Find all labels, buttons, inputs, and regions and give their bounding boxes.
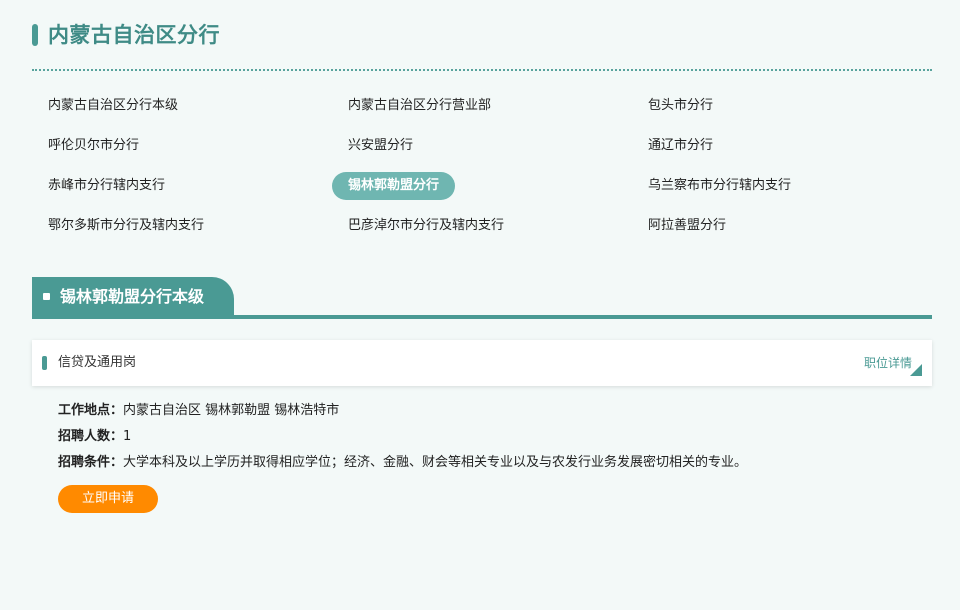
job-detail-link[interactable]: 职位详情 bbox=[864, 340, 912, 386]
branch-item[interactable]: 包头市分行 bbox=[632, 92, 729, 120]
branch-row: 鄂尔多斯市分行及辖内支行 巴彦淖尔市分行及辖内支行 阿拉善盟分行 bbox=[32, 206, 932, 246]
section-header: 锡林郭勒盟分行本级 bbox=[32, 277, 932, 321]
section-underline bbox=[32, 315, 932, 319]
branch-item[interactable]: 呼伦贝尔市分行 bbox=[32, 132, 155, 160]
apply-button[interactable]: 立即申请 bbox=[58, 485, 158, 513]
page-title: 内蒙古自治区分行 bbox=[48, 23, 220, 47]
branch-item[interactable]: 通辽市分行 bbox=[632, 132, 729, 160]
branch-row: 呼伦贝尔市分行 兴安盟分行 通辽市分行 bbox=[32, 126, 932, 166]
page-header: 内蒙古自治区分行 bbox=[32, 20, 932, 72]
square-bullet-icon bbox=[43, 293, 50, 300]
dotted-divider bbox=[32, 69, 932, 71]
job-requirements-value: 大学本科及以上学历并取得相应学位；经济、金融、财会等相关专业以及与农发行业务发展… bbox=[123, 455, 748, 470]
branch-item[interactable]: 赤峰市分行辖内支行 bbox=[32, 172, 181, 200]
job-card[interactable]: 信贷及通用岗 职位详情 bbox=[32, 340, 932, 386]
branch-item[interactable]: 阿拉善盟分行 bbox=[632, 212, 742, 240]
job-accent-bar bbox=[42, 356, 47, 370]
branch-grid: 内蒙古自治区分行本级 内蒙古自治区分行营业部 包头市分行 呼伦贝尔市分行 兴安盟… bbox=[32, 86, 932, 246]
section-title: 锡林郭勒盟分行本级 bbox=[60, 287, 205, 306]
job-requirements-row: 招聘条件：大学本科及以上学历并取得相应学位；经济、金融、财会等相关专业以及与农发… bbox=[58, 450, 918, 476]
branch-item[interactable]: 内蒙古自治区分行本级 bbox=[32, 92, 194, 120]
branch-item[interactable]: 巴彦淖尔市分行及辖内支行 bbox=[332, 212, 520, 240]
branch-item[interactable]: 鄂尔多斯市分行及辖内支行 bbox=[32, 212, 220, 240]
branch-item[interactable]: 兴安盟分行 bbox=[332, 132, 429, 160]
job-details: 工作地点：内蒙古自治区 锡林郭勒盟 锡林浩特市 招聘人数：1 招聘条件：大学本科… bbox=[58, 398, 918, 476]
job-title: 信贷及通用岗 bbox=[58, 355, 137, 370]
corner-triangle-icon bbox=[910, 364, 922, 376]
job-requirements-label: 招聘条件： bbox=[58, 455, 124, 470]
job-headcount-value: 1 bbox=[123, 429, 132, 444]
job-location-value: 内蒙古自治区 锡林郭勒盟 锡林浩特市 bbox=[123, 403, 340, 418]
branch-item-active[interactable]: 锡林郭勒盟分行 bbox=[332, 172, 456, 200]
job-location-row: 工作地点：内蒙古自治区 锡林郭勒盟 锡林浩特市 bbox=[58, 398, 918, 424]
branch-item[interactable]: 乌兰察布市分行辖内支行 bbox=[632, 172, 807, 200]
job-headcount-row: 招聘人数：1 bbox=[58, 424, 918, 450]
title-accent-bar bbox=[32, 24, 38, 46]
job-headcount-label: 招聘人数： bbox=[58, 429, 124, 444]
branch-row: 内蒙古自治区分行本级 内蒙古自治区分行营业部 包头市分行 bbox=[32, 86, 932, 126]
section-tab: 锡林郭勒盟分行本级 bbox=[32, 277, 234, 317]
branch-row: 赤峰市分行辖内支行 锡林郭勒盟分行 乌兰察布市分行辖内支行 bbox=[32, 166, 932, 206]
branch-item[interactable]: 内蒙古自治区分行营业部 bbox=[332, 92, 507, 120]
job-location-label: 工作地点： bbox=[58, 403, 124, 418]
